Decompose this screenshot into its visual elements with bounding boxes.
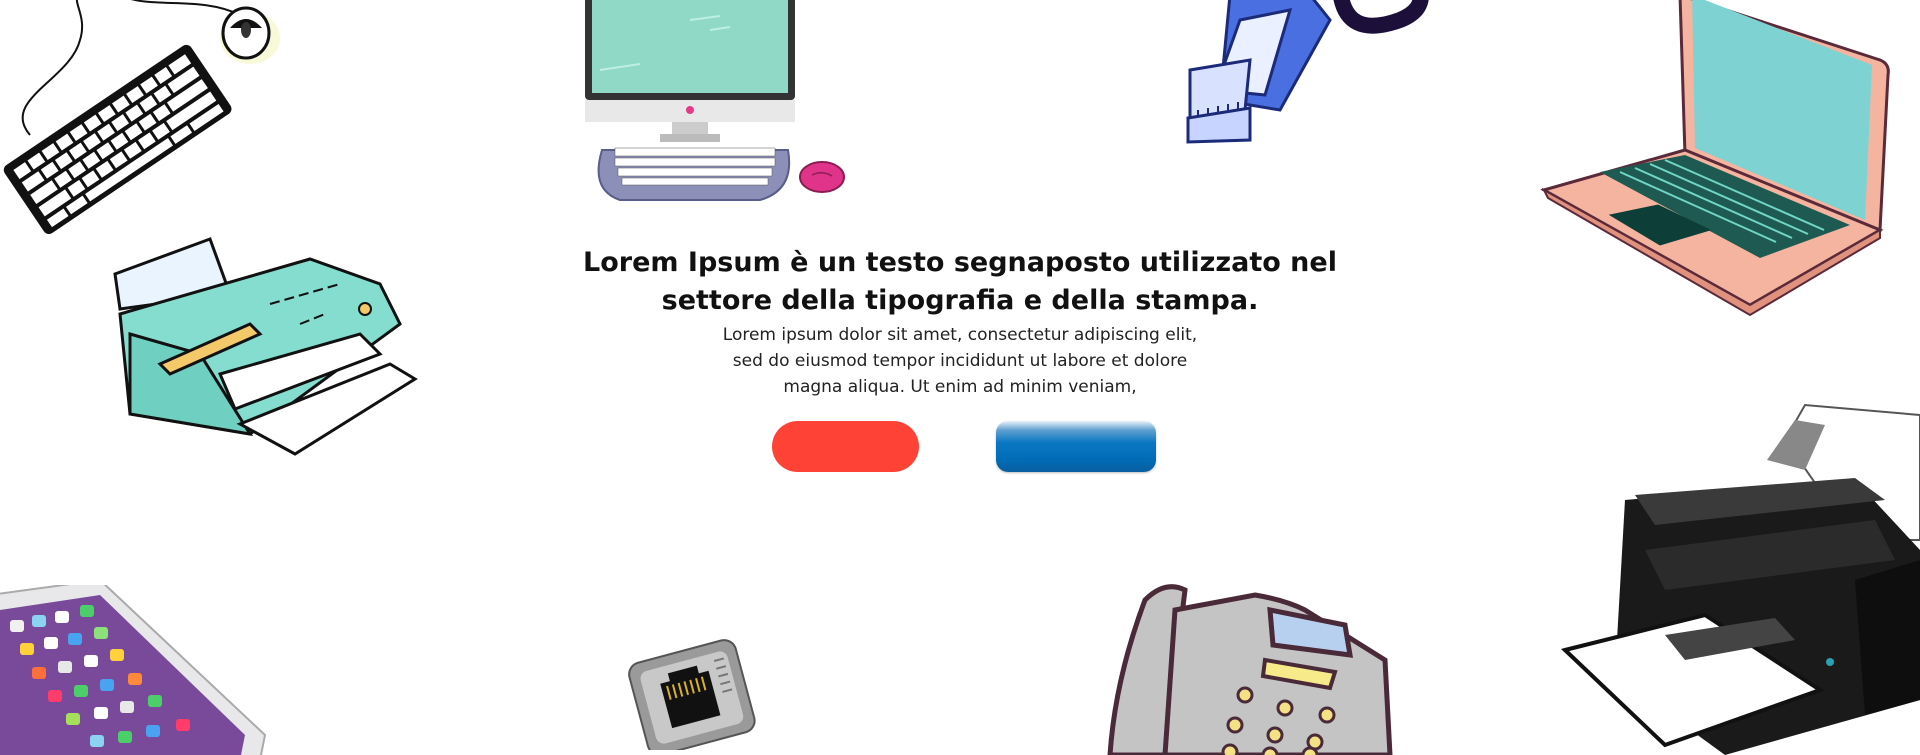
hero-body-line-1: Lorem ipsum dolor sit amet, consectetur … (722, 325, 1198, 345)
cartoon-printer-icon (113, 237, 418, 456)
hero-body-line-2: sed do eiusmod tempor incididunt ut labo… (732, 351, 1188, 371)
primary-button[interactable] (772, 421, 919, 472)
smartphone-icon (0, 585, 267, 755)
hero-body: Lorem ipsum dolor sit amet, consectetur … (700, 322, 1220, 400)
keyboard-mouse-icon (3, 0, 280, 235)
ethernet-cable-icon (1186, 0, 1429, 144)
secondary-button[interactable] (996, 421, 1156, 472)
hero-heading-line-2: settore della tipografia e della stampa. (661, 285, 1259, 316)
hero-section: Lorem Ipsum è un testo segnaposto utiliz… (560, 244, 1360, 400)
hero-heading-line-1: Lorem Ipsum è un testo segnaposto utiliz… (583, 247, 1337, 278)
desktop-computer-icon (585, 0, 845, 201)
hero-heading: Lorem Ipsum è un testo segnaposto utiliz… (560, 244, 1360, 320)
network-port-icon (628, 639, 756, 750)
laptop-icon (1540, 0, 1890, 317)
black-printer-icon (1560, 403, 1920, 755)
fax-phone-icon (1107, 584, 1393, 755)
hero-body-line-3: magna aliqua. Ut enim ad minim veniam, (783, 377, 1137, 397)
